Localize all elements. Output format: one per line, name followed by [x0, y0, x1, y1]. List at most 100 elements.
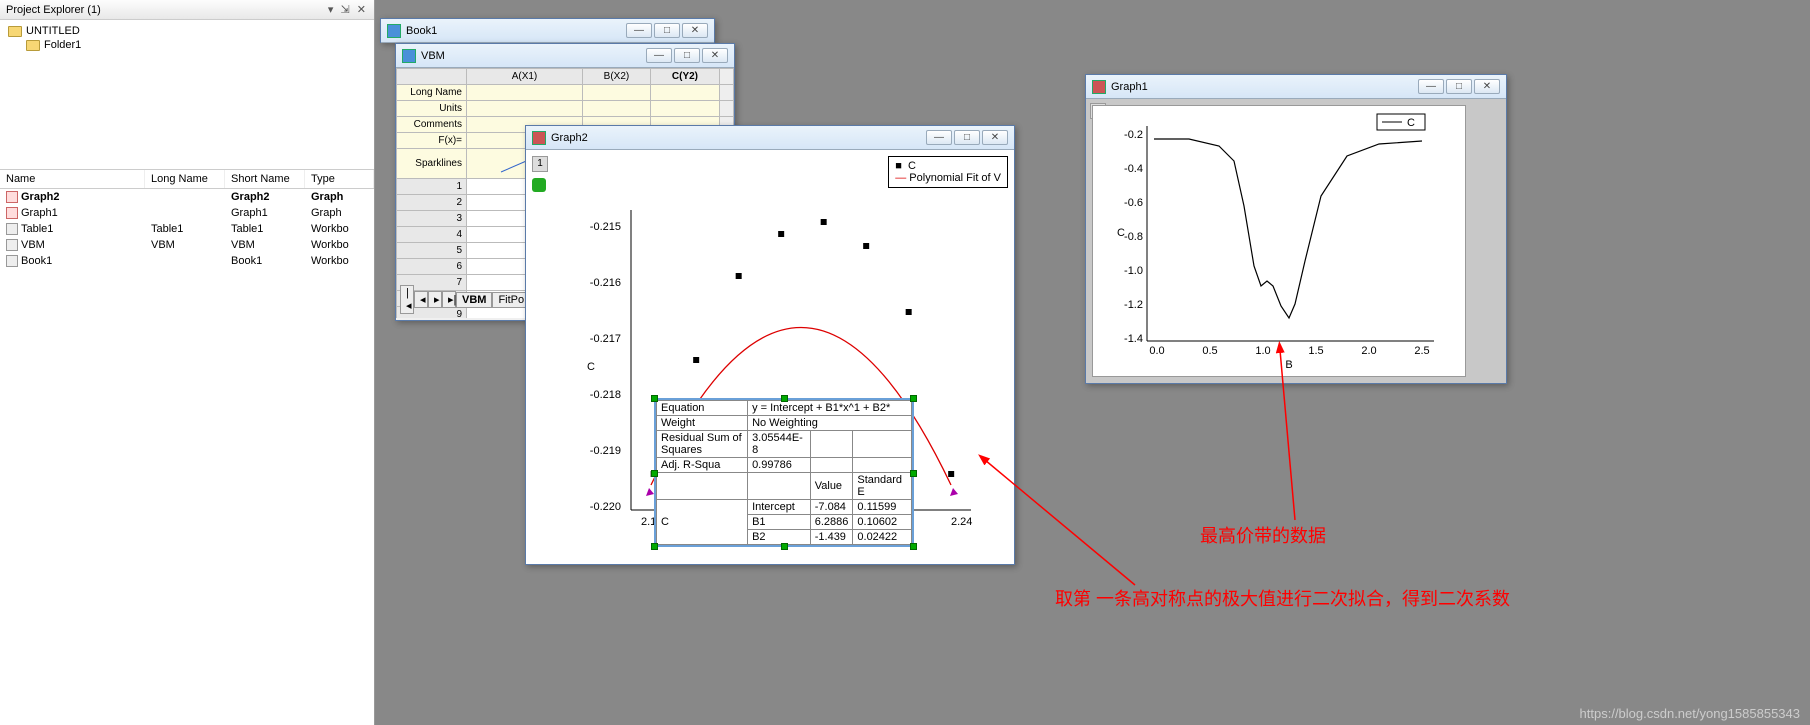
maximize-button[interactable]: □ — [654, 23, 680, 38]
param-se: 0.10602 — [853, 515, 912, 530]
fit-r2: 0.99786 — [748, 458, 811, 473]
project-explorer-panel: Project Explorer (1) ▾ ⇲ ✕ UNTITLED Fold… — [0, 0, 375, 725]
graph2-body: 1 ■ C — Polynomial Fit of V -0.215 -0.21… — [526, 150, 1014, 564]
col-short[interactable]: Short Name — [225, 170, 305, 188]
legend-fit: Polynomial Fit of V — [909, 172, 1001, 184]
param-value: 6.2886 — [810, 515, 853, 530]
annotation-2: 最高价带的数据 — [1200, 522, 1326, 548]
resize-handle[interactable] — [781, 395, 788, 402]
graph2-title: Graph2 — [551, 132, 588, 144]
param-se: 0.02422 — [853, 530, 912, 545]
project-list-row[interactable]: Graph1Graph1Graph — [0, 205, 374, 221]
graph2-legend[interactable]: ■ C — Polynomial Fit of V — [888, 156, 1008, 188]
project-list-row[interactable]: Graph2Graph2Graph — [0, 189, 374, 205]
sheet-nav-prev[interactable]: ◂ — [414, 291, 428, 308]
param-se: 0.11599 — [853, 500, 912, 515]
close-button[interactable]: ✕ — [982, 130, 1008, 145]
graph2-title-bar[interactable]: Graph2 — □ ✕ — [526, 126, 1014, 150]
close-button[interactable]: ✕ — [682, 23, 708, 38]
svg-text:0.0: 0.0 — [1149, 345, 1164, 357]
legend-c: C — [908, 160, 916, 172]
folder-icon — [26, 40, 40, 51]
resize-handle[interactable] — [651, 543, 658, 550]
fit-se-header: Standard E — [853, 473, 912, 500]
svg-text:-0.8: -0.8 — [1124, 231, 1143, 243]
book1-title: Book1 — [406, 25, 437, 37]
project-explorer-title-bar: Project Explorer (1) ▾ ⇲ ✕ — [0, 0, 374, 20]
col-b[interactable]: B(X2) — [582, 69, 650, 85]
minimize-button[interactable]: — — [646, 48, 672, 63]
sheet-nav-first[interactable]: |◂ — [400, 285, 414, 314]
resize-handle[interactable] — [910, 543, 917, 550]
project-list-row[interactable]: Table1Table1Table1Workbo — [0, 221, 374, 237]
svg-text:-0.217: -0.217 — [590, 333, 621, 345]
svg-text:-0.220: -0.220 — [590, 501, 621, 513]
svg-text:-0.4: -0.4 — [1124, 163, 1143, 175]
sheet-tabs[interactable]: |◂ ◂ ▸ ▸| VBM FitPo — [400, 285, 530, 314]
param-name: B1 — [748, 515, 811, 530]
graph1-plot-container: C C B -0.2-0.4-0.6 -0.8-1.0-1.2-1.4 0.00… — [1092, 105, 1466, 377]
book1-title-bar[interactable]: Book1 — □ ✕ — [381, 19, 714, 43]
layer-tab[interactable]: 1 — [532, 156, 548, 172]
workbook-icon — [387, 24, 401, 38]
lock-icon[interactable] — [532, 178, 546, 192]
param-value: -7.084 — [810, 500, 853, 515]
watermark: https://blog.csdn.net/yong1585855343 — [1580, 706, 1800, 721]
resize-handle[interactable] — [651, 470, 658, 477]
graph1-plot[interactable]: C C B -0.2-0.4-0.6 -0.8-1.0-1.2-1.4 0.00… — [1093, 106, 1465, 376]
svg-text:2.5: 2.5 — [1414, 345, 1429, 357]
svg-text:1.5: 1.5 — [1308, 345, 1323, 357]
graph-icon — [532, 131, 546, 145]
resize-handle[interactable] — [910, 395, 917, 402]
param-name: B2 — [748, 530, 811, 545]
fit-equation: y = Intercept + B1*x^1 + B2* — [748, 401, 912, 416]
col-name[interactable]: Name — [0, 170, 145, 188]
fit-value-header: Value — [810, 473, 853, 500]
project-list-row[interactable]: VBMVBMVBMWorkbo — [0, 237, 374, 253]
minimize-button[interactable]: — — [926, 130, 952, 145]
maximize-button[interactable]: □ — [1446, 79, 1472, 94]
graph1-window[interactable]: Graph1 — □ ✕ 1 C C B -0.2-0.4-0.6 -0.8-1… — [1085, 74, 1507, 384]
resize-handle[interactable] — [651, 395, 658, 402]
tree-child[interactable]: Folder1 — [26, 38, 370, 52]
tree-child-label: Folder1 — [44, 39, 81, 51]
fit-r2-label: Adj. R-Squa — [657, 458, 748, 473]
svg-text:-0.6: -0.6 — [1124, 197, 1143, 209]
graph1-title-bar[interactable]: Graph1 — □ ✕ — [1086, 75, 1506, 99]
resize-handle[interactable] — [781, 543, 788, 550]
maximize-button[interactable]: □ — [954, 130, 980, 145]
fit-results-table[interactable]: Equationy = Intercept + B1*x^1 + B2* Wei… — [654, 398, 914, 547]
sheet-nav-last[interactable]: ▸| — [442, 291, 456, 308]
workbook-icon — [402, 49, 416, 63]
svg-text:-0.215: -0.215 — [590, 221, 621, 233]
maximize-button[interactable]: □ — [674, 48, 700, 63]
graph2-window[interactable]: Graph2 — □ ✕ 1 ■ C — Polynomial Fit of V… — [525, 125, 1015, 565]
fit-equation-label: Equation — [657, 401, 748, 416]
param-value: -1.439 — [810, 530, 853, 545]
tree-root-label: UNTITLED — [26, 25, 80, 37]
svg-text:-1.0: -1.0 — [1124, 265, 1143, 277]
tree-root[interactable]: UNTITLED — [8, 24, 370, 38]
resize-handle[interactable] — [910, 470, 917, 477]
book1-window[interactable]: Book1 — □ ✕ — [380, 18, 715, 43]
col-long[interactable]: Long Name — [145, 170, 225, 188]
minimize-button[interactable]: — — [1418, 79, 1444, 94]
minimize-button[interactable]: — — [626, 23, 652, 38]
svg-text:-0.219: -0.219 — [590, 445, 621, 457]
vbm-title-bar[interactable]: VBM — □ ✕ — [396, 44, 734, 68]
close-button[interactable]: ✕ — [1474, 79, 1500, 94]
project-list-row[interactable]: Book1Book1Workbo — [0, 253, 374, 269]
svg-text:2.0: 2.0 — [1361, 345, 1376, 357]
graph1-title: Graph1 — [1111, 81, 1148, 93]
vbm-title: VBM — [421, 50, 445, 62]
panel-buttons[interactable]: ▾ ⇲ ✕ — [328, 3, 368, 16]
sheet-tab-vbm[interactable]: VBM — [456, 292, 492, 308]
project-tree[interactable]: UNTITLED Folder1 — [0, 20, 374, 170]
col-c[interactable]: C(Y2) — [650, 69, 719, 85]
graph-icon — [1092, 80, 1106, 94]
col-type[interactable]: Type — [305, 170, 374, 188]
fit-rss-label: Residual Sum of Squares — [657, 431, 748, 458]
close-button[interactable]: ✕ — [702, 48, 728, 63]
col-a[interactable]: A(X1) — [467, 69, 583, 85]
sheet-nav-next[interactable]: ▸ — [428, 291, 442, 308]
